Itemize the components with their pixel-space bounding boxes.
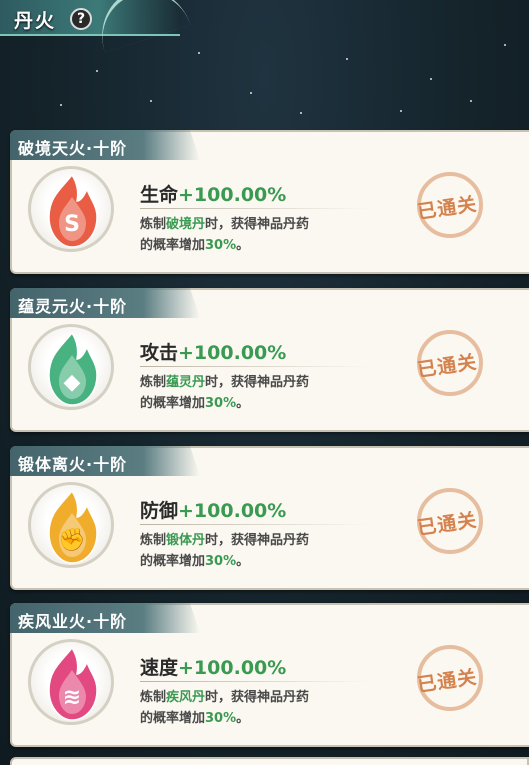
fire-card[interactable]: 疾风业火·十阶 ≋ 速度+100.00% 炼制疾风丹时，获得神品丹药 的概率增加… — [10, 603, 529, 747]
fire-description: 炼制蕴灵丹时，获得神品丹药 的概率增加30%。 — [140, 372, 370, 414]
desc-suffix: 。 — [236, 396, 250, 411]
desc-line2: 的概率增加 — [140, 396, 206, 411]
stat-label: 防御 — [140, 500, 179, 522]
desc-prefix: 炼制 — [140, 217, 167, 232]
stat-bonus: 防御+100.00% — [140, 496, 286, 523]
next-card-partial — [10, 757, 529, 765]
fire-name: 蕴灵元火·十阶 — [18, 297, 128, 316]
fire-description: 炼制破境丹时，获得神品丹药 的概率增加30%。 — [140, 214, 370, 256]
page-header: 丹火 ? — [0, 0, 191, 53]
star — [60, 104, 62, 106]
stat-label: 攻击 — [140, 342, 179, 364]
divider — [140, 524, 370, 525]
svg-text:S: S — [64, 212, 80, 237]
desc-percent: 30% — [205, 396, 237, 411]
desc-suffix: 。 — [236, 711, 250, 726]
desc-mid: 时，获得神品丹药 — [205, 533, 310, 548]
fire-card[interactable]: 蕴灵元火·十阶 ◆ 攻击+100.00% 炼制蕴灵丹时，获得神品丹药 的概率增加… — [10, 288, 529, 432]
fire-description: 炼制锻体丹时，获得神品丹药 的概率增加30%。 — [140, 530, 370, 572]
desc-percent: 30% — [205, 711, 237, 726]
page-title: 丹火 — [14, 10, 57, 32]
stat-value: +100.00% — [178, 657, 287, 679]
desc-suffix: 。 — [236, 554, 250, 569]
fire-card[interactable]: 锻体离火·十阶 ✊ 防御+100.00% 炼制锻体丹时，获得神品丹药 的概率增加… — [10, 446, 529, 590]
svg-text:≋: ≋ — [63, 685, 81, 710]
pill-name: 蕴灵丹 — [166, 375, 206, 390]
desc-line2: 的概率增加 — [140, 711, 206, 726]
desc-prefix: 炼制 — [140, 375, 167, 390]
fire-fist-icon: ✊ — [48, 489, 98, 564]
fire-orb: ◆ — [28, 324, 114, 410]
fire-drop-icon: ◆ — [48, 331, 98, 406]
fire-orb: S — [28, 166, 114, 252]
fire-orb: ✊ — [28, 482, 114, 568]
star — [250, 92, 252, 94]
stat-value: +100.00% — [178, 342, 287, 364]
fire-name: 破境天火·十阶 — [18, 139, 128, 158]
stat-value: +100.00% — [178, 500, 287, 522]
help-button[interactable]: ? — [70, 8, 92, 30]
fire-card[interactable]: 破境天火·十阶 S 生命+100.00% 炼制破境丹时，获得神品丹药 的概率增加… — [10, 130, 529, 274]
star — [150, 100, 152, 102]
divider — [140, 208, 370, 209]
star — [470, 100, 472, 102]
desc-mid: 时，获得神品丹药 — [205, 217, 310, 232]
svg-text:◆: ◆ — [64, 370, 81, 395]
star — [96, 70, 98, 72]
star — [346, 58, 348, 60]
fire-description: 炼制疾风丹时，获得神品丹药 的概率增加30%。 — [140, 687, 370, 729]
stat-bonus: 生命+100.00% — [140, 180, 286, 207]
stat-bonus: 攻击+100.00% — [140, 338, 286, 365]
desc-suffix: 。 — [236, 238, 250, 253]
fire-name: 锻体离火·十阶 — [18, 455, 128, 474]
divider — [140, 366, 370, 367]
desc-mid: 时，获得神品丹药 — [205, 375, 310, 390]
fire-wind-icon: ≋ — [48, 646, 98, 721]
pill-name: 破境丹 — [166, 217, 206, 232]
desc-prefix: 炼制 — [140, 690, 167, 705]
desc-prefix: 炼制 — [140, 533, 167, 548]
desc-percent: 30% — [205, 238, 237, 253]
star — [504, 44, 506, 46]
stat-value: +100.00% — [178, 184, 287, 206]
star — [430, 78, 432, 80]
star — [400, 110, 402, 112]
desc-mid: 时，获得神品丹药 — [205, 690, 310, 705]
star — [300, 112, 302, 114]
star — [198, 52, 200, 54]
stat-label: 生命 — [140, 184, 179, 206]
stat-label: 速度 — [140, 657, 179, 679]
divider — [140, 681, 370, 682]
svg-text:✊: ✊ — [58, 527, 85, 553]
desc-line2: 的概率增加 — [140, 554, 206, 569]
pill-name: 疾风丹 — [166, 690, 206, 705]
desc-line2: 的概率增加 — [140, 238, 206, 253]
fire-orb: ≋ — [28, 639, 114, 725]
fire-swirl-icon: S — [48, 173, 98, 248]
fire-name: 疾风业火·十阶 — [18, 612, 128, 631]
pill-name: 锻体丹 — [166, 533, 206, 548]
desc-percent: 30% — [205, 554, 237, 569]
stat-bonus: 速度+100.00% — [140, 653, 286, 680]
